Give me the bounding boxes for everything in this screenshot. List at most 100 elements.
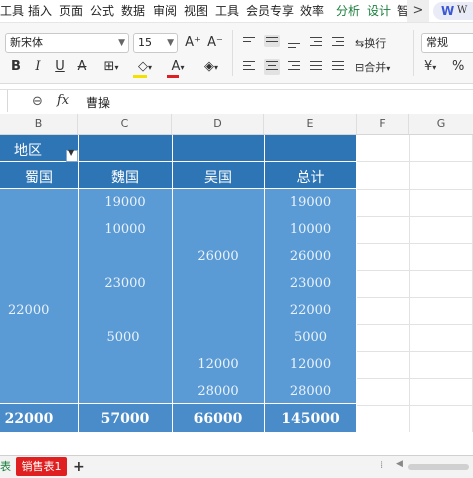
menu-item-data[interactable]: 数据 <box>121 3 145 19</box>
font-size-select[interactable]: 15 ▼ <box>133 33 178 53</box>
align-bottom-icon[interactable] <box>288 43 300 51</box>
pivot-cell[interactable]: 12000 <box>172 357 264 372</box>
align-center-icon[interactable] <box>264 59 280 75</box>
border-button[interactable]: ⊞▾ <box>98 58 124 77</box>
menu-item-tools2[interactable]: 工具 <box>215 3 239 19</box>
decrease-font-button[interactable]: A⁻ <box>207 34 223 52</box>
column-headers: B C D E F G <box>0 114 473 135</box>
scroll-left-icon[interactable]: ◀ <box>396 459 403 469</box>
chevron-down-icon: ▾ <box>114 63 119 72</box>
pivot-cell[interactable]: 19000 <box>78 195 172 210</box>
column-header-g[interactable]: G <box>409 114 473 134</box>
strikethrough-button[interactable]: A <box>75 58 89 76</box>
pivot-cell[interactable]: 19000 <box>264 195 357 210</box>
grid-line <box>357 378 473 379</box>
horizontal-scrollbar[interactable]: ◀ <box>396 459 473 472</box>
indent-decrease-icon[interactable] <box>310 37 322 49</box>
filter-dropdown-button[interactable]: ▼ <box>66 148 78 162</box>
pivot-cell[interactable]: 12000 <box>264 357 357 372</box>
wrap-text-icon: ⇆ <box>355 37 365 50</box>
menu-item-insert[interactable]: 插入 <box>28 3 52 19</box>
pivot-cell[interactable]: 10000 <box>264 222 357 237</box>
wps-ai-badge[interactable]: W W <box>433 2 473 20</box>
grid-line <box>357 243 473 244</box>
menu-item-page[interactable]: 页面 <box>59 3 83 19</box>
font-color-button[interactable]: A▾ <box>165 58 191 78</box>
pivot-header-wu[interactable]: 吴国 <box>172 167 264 187</box>
menu-item-review[interactable]: 审阅 <box>153 3 177 19</box>
menu-item-efficiency[interactable]: 效率 <box>300 3 324 19</box>
fill-color-swatch <box>133 75 147 78</box>
align-middle-icon[interactable] <box>264 35 280 47</box>
name-box[interactable] <box>0 90 8 112</box>
pivot-cell[interactable]: 23000 <box>264 276 357 291</box>
ribbon-divider <box>413 30 414 76</box>
add-sheet-button[interactable]: + <box>73 456 85 478</box>
merge-cells-label: 合并 <box>364 61 387 74</box>
menu-item-design[interactable]: 设计 <box>367 3 391 19</box>
pivot-cell[interactable]: 5000 <box>264 330 357 345</box>
pivot-total-cell[interactable]: 22000 <box>0 411 58 427</box>
number-format-value: 常规 <box>426 36 448 49</box>
pivot-cell[interactable]: 10000 <box>78 222 172 237</box>
percent-button[interactable]: % <box>452 58 464 76</box>
pivot-header-total[interactable]: 总计 <box>264 167 357 187</box>
font-name-select[interactable]: 新宋体 ▼ <box>5 33 129 53</box>
align-right-icon[interactable] <box>288 61 300 73</box>
pivot-cell[interactable]: 23000 <box>78 276 172 291</box>
menu-item-analyze[interactable]: 分析 <box>336 3 360 19</box>
grid-line <box>357 297 473 298</box>
fill-color-button[interactable]: ◇▾ <box>131 58 159 78</box>
currency-button[interactable]: ¥▾ <box>424 58 436 77</box>
menu-more-button[interactable]: > <box>407 0 429 22</box>
pivot-divider <box>0 188 357 189</box>
clear-format-button[interactable]: ◈▾ <box>198 58 224 77</box>
column-header-e[interactable]: E <box>264 114 357 134</box>
pivot-cell[interactable]: 22000 <box>264 303 357 318</box>
ribbon-toolbar: 新宋体 ▼ 15 ▼ A⁺ A⁻ B I U A ⊞▾ ◇▾ A▾ ◈▾ ⇆换行… <box>0 23 473 84</box>
pivot-cell[interactable]: 26000 <box>264 249 357 264</box>
pivot-header-shu[interactable]: 蜀国 <box>0 167 78 187</box>
distributed-align-icon[interactable] <box>332 61 344 73</box>
fx-icon[interactable]: fx <box>57 93 69 108</box>
zoom-icon[interactable]: ⊖ <box>32 94 43 109</box>
menu-item-tools[interactable]: 工具 <box>0 3 24 19</box>
merge-cells-button[interactable]: ⊟合并▾ <box>355 59 390 78</box>
pivot-cell[interactable]: 26000 <box>172 249 264 264</box>
underline-button[interactable]: U <box>53 58 67 76</box>
align-top-icon[interactable] <box>243 37 255 45</box>
pivot-cell[interactable]: 28000 <box>172 384 264 399</box>
column-header-b[interactable]: B <box>0 114 78 134</box>
tab-splitter-handle[interactable]: ⁞ <box>380 460 383 471</box>
menu-item-member[interactable]: 会员专享 <box>246 3 294 19</box>
number-format-select[interactable]: 常规 <box>421 33 473 53</box>
justify-icon[interactable] <box>310 61 322 73</box>
pivot-total-cell[interactable]: 57000 <box>78 411 172 427</box>
scrollbar-thumb[interactable] <box>408 464 469 470</box>
font-size-value: 15 <box>138 36 152 49</box>
bold-button[interactable]: B <box>9 58 23 76</box>
indent-increase-icon[interactable] <box>332 37 344 49</box>
pivot-cell[interactable]: 22000 <box>8 303 49 318</box>
wrap-text-button[interactable]: ⇆换行 <box>355 35 386 53</box>
pivot-total-cell[interactable]: 145000 <box>264 411 357 427</box>
chevron-down-icon: ▾ <box>386 64 391 73</box>
menu-item-view[interactable]: 视图 <box>184 3 208 19</box>
menu-item-formula[interactable]: 公式 <box>90 3 114 19</box>
align-left-icon[interactable] <box>243 61 255 73</box>
column-header-d[interactable]: D <box>172 114 264 134</box>
sheet-tab-previous[interactable]: 表 <box>0 458 11 476</box>
formula-input[interactable]: 曹操 <box>86 94 110 111</box>
pivot-divider <box>0 403 357 404</box>
pivot-total-cell[interactable]: 66000 <box>172 411 264 427</box>
pivot-cell[interactable]: 28000 <box>264 384 357 399</box>
filter-icon: ▼ <box>68 148 75 157</box>
pivot-cell[interactable]: 5000 <box>78 330 168 345</box>
column-header-c[interactable]: C <box>78 114 172 134</box>
pivot-header-wei[interactable]: 魏国 <box>78 167 172 187</box>
column-header-f[interactable]: F <box>357 114 409 134</box>
font-name-value: 新宋体 <box>10 36 43 49</box>
sheet-tab-active[interactable]: 销售表1 <box>16 457 67 476</box>
italic-button[interactable]: I <box>31 58 45 76</box>
increase-font-button[interactable]: A⁺ <box>185 34 201 52</box>
